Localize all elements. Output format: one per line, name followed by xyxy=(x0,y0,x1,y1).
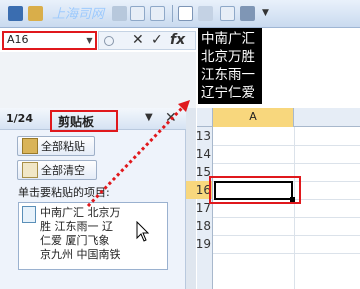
paste-all-label: 全部粘贴 xyxy=(41,140,85,153)
preview-line: 辽宁仁爱 xyxy=(201,85,255,101)
grid-line xyxy=(213,235,360,236)
clear-icon xyxy=(22,162,38,178)
expand-icon[interactable] xyxy=(104,36,114,46)
mouse-cursor-icon xyxy=(136,221,150,242)
copy-icon[interactable] xyxy=(150,6,165,21)
watermark: 上海司网 xyxy=(52,7,105,22)
clipboard-item-text: 中南广汇 北京万 xyxy=(40,206,121,219)
clipboard-item-text: 京九州 中国南铁 xyxy=(40,248,121,261)
save-icon[interactable] xyxy=(8,6,23,21)
row-header[interactable]: 18 xyxy=(186,217,212,235)
row-header[interactable]: 13 xyxy=(186,127,212,145)
clear-all-button[interactable]: 全部清空 xyxy=(17,160,97,180)
customize-toolbar-icon[interactable]: ▼ xyxy=(262,8,269,18)
new-document-icon[interactable] xyxy=(130,6,145,21)
paste-items-label: 单击要粘贴的项目: xyxy=(18,186,110,199)
clipboard-item-icon xyxy=(22,206,36,223)
preview-line: 江东雨一 xyxy=(201,67,255,83)
ribbon-gap xyxy=(0,52,196,108)
preview-line: 北京万胜 xyxy=(201,49,255,65)
clipboard-count: 1/24 xyxy=(6,112,33,125)
open-icon[interactable] xyxy=(28,6,43,21)
insert-function-icon[interactable]: fx xyxy=(170,31,185,50)
grid-line xyxy=(213,217,360,218)
toolbar-separator xyxy=(172,5,173,22)
grid-line xyxy=(213,253,360,254)
close-icon[interactable]: ✕ xyxy=(165,110,177,126)
printer-icon[interactable] xyxy=(240,6,255,21)
grid-line xyxy=(213,145,360,146)
paste-icon xyxy=(22,138,38,154)
enter-icon[interactable]: ✓ xyxy=(151,31,163,50)
column-header-a[interactable]: A xyxy=(212,108,294,127)
chevron-down-icon[interactable] xyxy=(198,6,213,21)
grid-line xyxy=(213,163,360,164)
row-header[interactable]: 14 xyxy=(186,145,212,163)
cancel-icon[interactable]: ✕ xyxy=(132,31,144,50)
paste-all-button[interactable]: 全部粘贴 xyxy=(17,136,95,156)
pane-options-icon[interactable]: ▼ xyxy=(145,112,153,123)
clear-all-label: 全部清空 xyxy=(41,164,85,177)
annotation-box xyxy=(2,31,97,50)
chevron-down-icon[interactable] xyxy=(112,6,127,21)
clipboard-title: 剪贴板 xyxy=(50,110,118,132)
row-header[interactable]: 19 xyxy=(186,235,212,253)
page-setup-icon[interactable] xyxy=(220,6,235,21)
annotation-box xyxy=(209,176,301,204)
preview-line: 中南广汇 xyxy=(201,31,255,47)
grid-line xyxy=(294,127,295,289)
border-icon[interactable] xyxy=(178,6,193,21)
